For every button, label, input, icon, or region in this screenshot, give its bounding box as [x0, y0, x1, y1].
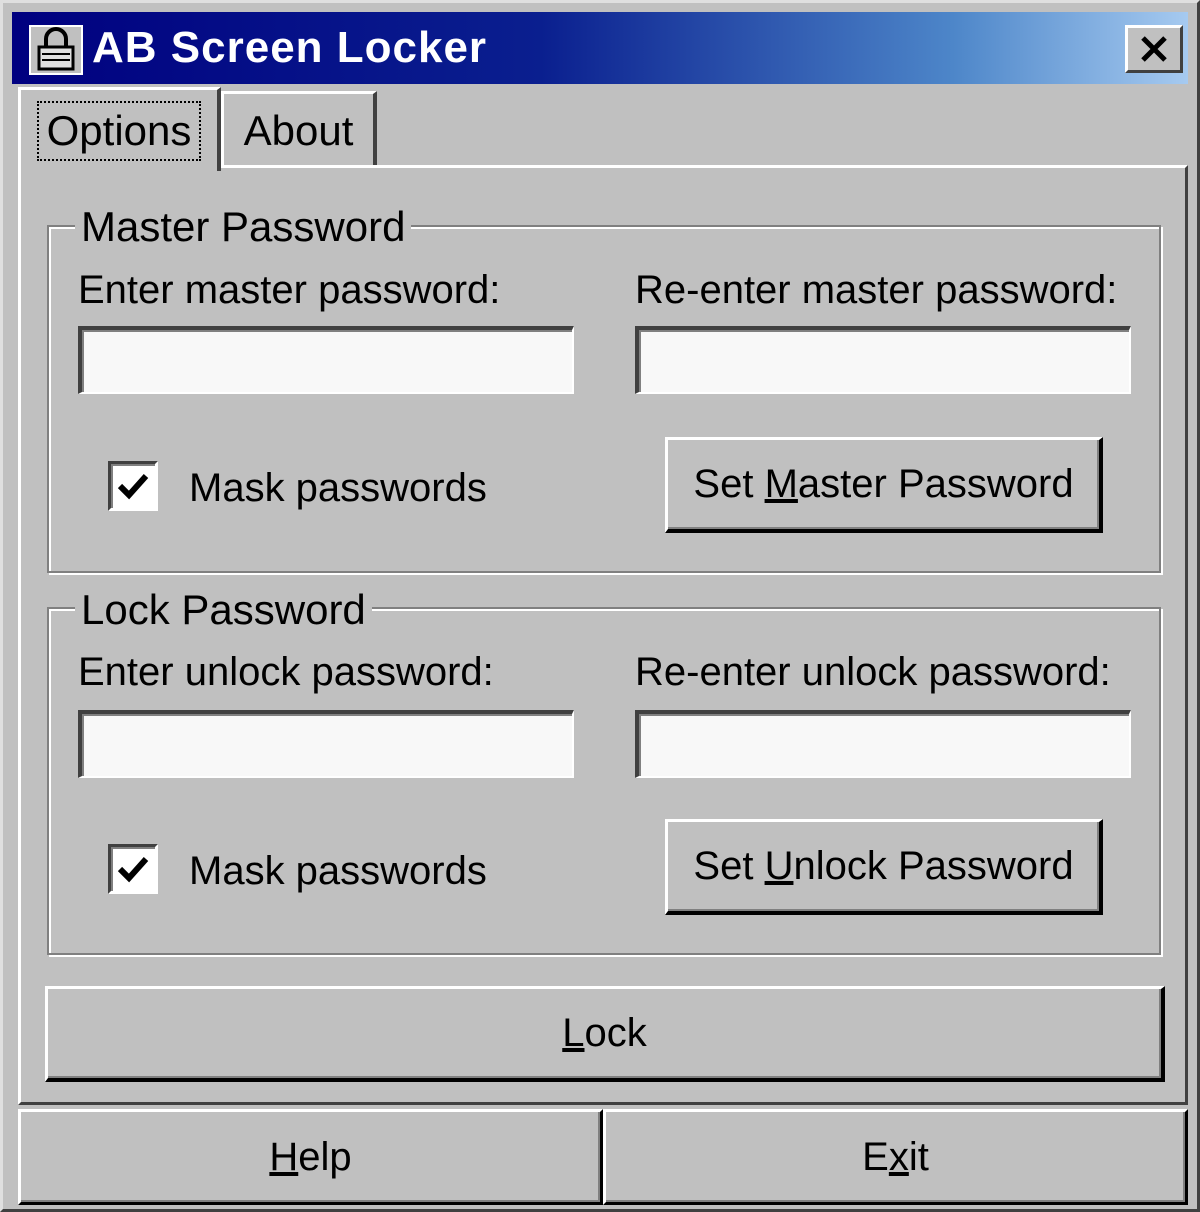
unlock-password-input[interactable]: [78, 710, 574, 778]
enter-master-password-label: Enter master password:: [78, 268, 501, 312]
lock-button-text: Lock: [562, 1011, 647, 1055]
padlock-icon: [29, 25, 83, 75]
exit-button[interactable]: Exit: [603, 1109, 1188, 1205]
reenter-master-password-label: Re-enter master password:: [635, 268, 1118, 312]
checkmark-icon: [117, 473, 149, 500]
close-button[interactable]: [1125, 25, 1183, 73]
checkmark-icon: [117, 856, 149, 883]
app-window: AB Screen Locker Options About Master Pa…: [0, 0, 1200, 1212]
tab-about-label: About: [243, 106, 354, 154]
tab-about[interactable]: About: [221, 91, 377, 167]
tab-options-label: Options: [36, 100, 202, 161]
mask-master-passwords-checkbox[interactable]: [108, 461, 158, 511]
master-password-legend: Master Password: [75, 203, 412, 251]
set-master-password-button[interactable]: Set Master Password: [665, 437, 1103, 533]
mask-master-passwords-label[interactable]: Mask passwords: [189, 465, 487, 511]
tab-options[interactable]: Options: [18, 87, 221, 171]
lock-password-legend: Lock Password: [75, 586, 372, 634]
title-bar[interactable]: AB Screen Locker: [12, 12, 1188, 84]
help-button-text: Help: [269, 1134, 352, 1179]
close-icon: [1141, 36, 1167, 62]
unlock-password-confirm-input[interactable]: [635, 710, 1131, 778]
mask-unlock-passwords-label[interactable]: Mask passwords: [189, 848, 487, 894]
enter-unlock-password-label: Enter unlock password:: [78, 650, 494, 694]
window-title: AB Screen Locker: [92, 23, 488, 72]
set-master-password-text: Set Master Password: [693, 462, 1074, 506]
exit-button-text: Exit: [862, 1134, 929, 1179]
lock-button[interactable]: Lock: [45, 986, 1165, 1082]
reenter-unlock-password-label: Re-enter unlock password:: [635, 650, 1111, 694]
master-password-input[interactable]: [78, 326, 574, 394]
help-button[interactable]: Help: [18, 1109, 603, 1205]
set-unlock-password-text: Set Unlock Password: [693, 844, 1074, 888]
mask-unlock-passwords-checkbox[interactable]: [108, 844, 158, 894]
set-unlock-password-button[interactable]: Set Unlock Password: [665, 819, 1103, 915]
master-password-confirm-input[interactable]: [635, 326, 1131, 394]
